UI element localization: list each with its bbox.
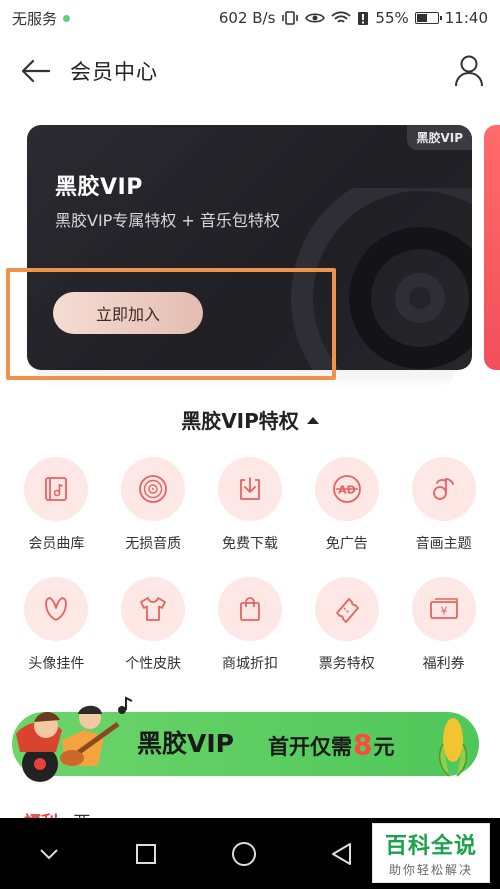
ticket-icon (335, 598, 359, 623)
privilege-free-download[interactable]: 免费下载 (202, 457, 299, 553)
battery-percent: 55% (375, 9, 409, 27)
banner-offer: 首开仅需 8 元 (268, 728, 394, 761)
back-button[interactable] (0, 40, 70, 102)
watermark-subtitle: 助你轻松解决 (388, 863, 473, 877)
privilege-label: 会员曲库 (28, 536, 85, 552)
nav-back-button[interactable] (317, 830, 365, 878)
wifi-icon (331, 11, 352, 25)
privilege-label: 票务特权 (318, 656, 375, 672)
promo-banner[interactable]: 黑胶VIP 首开仅需 8 元 (12, 696, 479, 782)
privilege-music-library[interactable]: 会员曲库 (8, 457, 105, 553)
watermark-logo: 百科全说 助你轻松解决 (372, 823, 490, 883)
no-ad-icon: AD (332, 475, 361, 503)
privileges-title-text: 黑胶VIP特权 (181, 409, 299, 433)
card-subtitle: 黑胶VIP专属特权 + 音乐包特权 (55, 211, 280, 230)
shopping-bag-icon (240, 597, 260, 621)
carrier-text: 无服务 (12, 9, 58, 28)
battery-icon (414, 12, 442, 24)
download-icon (240, 477, 260, 500)
vibrate-icon (281, 11, 299, 25)
triangle-back-icon (332, 842, 352, 865)
nav-recents-button[interactable] (122, 830, 170, 878)
avatar-pendant-icon (45, 597, 68, 621)
privilege-mall-discount[interactable]: 商城折扣 (202, 577, 299, 673)
privilege-label: 音画主题 (415, 536, 472, 552)
privileges-grid: 会员曲库 无损音质 免费下载 AD 免广告 音画主题 头像挂件 个性皮肤 商城折… (8, 457, 492, 673)
network-speed: 602 B/s (218, 9, 276, 27)
banner-vip-logo: 黑胶VIP (137, 729, 234, 758)
banner-price: 8 (353, 728, 373, 761)
card-badge: 黑胶VIP (407, 125, 472, 150)
status-bar: 无服务 602 B/s 55% 11:40 (0, 0, 500, 36)
arrow-left-icon (21, 59, 50, 83)
corn-icon (429, 714, 475, 784)
privilege-label: 无损音质 (125, 536, 182, 552)
caret-up-icon (306, 417, 319, 424)
privilege-no-ads[interactable]: AD 免广告 (298, 457, 395, 553)
nav-home-button[interactable] (220, 830, 268, 878)
highlight-annotation-box (6, 268, 336, 380)
banner-offer-suffix: 元 (373, 735, 395, 759)
vip-logo: 黑胶VIP (55, 175, 143, 200)
chevron-down-icon (40, 848, 58, 859)
privilege-skin[interactable]: 个性皮肤 (105, 577, 202, 673)
privilege-label: 个性皮肤 (125, 656, 182, 672)
tshirt-icon (140, 597, 167, 621)
app-header: 会员中心 (0, 40, 500, 102)
privilege-coupon[interactable]: ¥ 福利券 (395, 577, 492, 673)
clock: 11:40 (444, 9, 488, 27)
svg-text:¥: ¥ (440, 605, 447, 618)
privilege-label: 福利券 (422, 656, 465, 672)
privilege-label: 头像挂件 (28, 656, 85, 672)
privilege-theme[interactable]: 音画主题 (395, 457, 492, 553)
page-title: 会员中心 (70, 60, 158, 84)
music-library-icon (45, 477, 68, 501)
coupon-icon: ¥ (429, 598, 458, 619)
guitar-couple-illustration (10, 696, 140, 792)
privilege-label: 免广告 (325, 536, 368, 552)
privilege-avatar-pendant[interactable]: 头像挂件 (8, 577, 105, 673)
theme-icon (432, 478, 454, 500)
sim-alert-icon (357, 11, 369, 26)
privilege-lossless[interactable]: 无损音质 (105, 457, 202, 553)
square-icon (136, 843, 157, 864)
watermark-title: 百科全说 (384, 834, 477, 859)
user-icon (455, 55, 483, 87)
eye-icon (305, 11, 326, 25)
next-card-peek[interactable] (484, 125, 500, 370)
profile-button[interactable] (438, 40, 500, 102)
svg-text:AD: AD (338, 484, 356, 497)
privilege-label: 商城折扣 (221, 656, 278, 672)
privilege-ticket[interactable]: 票务特权 (298, 577, 395, 673)
nav-hide-button[interactable] (25, 830, 73, 878)
vinyl-icon (139, 475, 168, 503)
privilege-label: 免费下载 (221, 536, 278, 552)
circle-icon (231, 841, 256, 866)
status-dot-icon (63, 14, 71, 22)
banner-offer-prefix: 首开仅需 (268, 735, 352, 759)
privileges-title[interactable]: 黑胶VIP特权 (0, 405, 500, 434)
